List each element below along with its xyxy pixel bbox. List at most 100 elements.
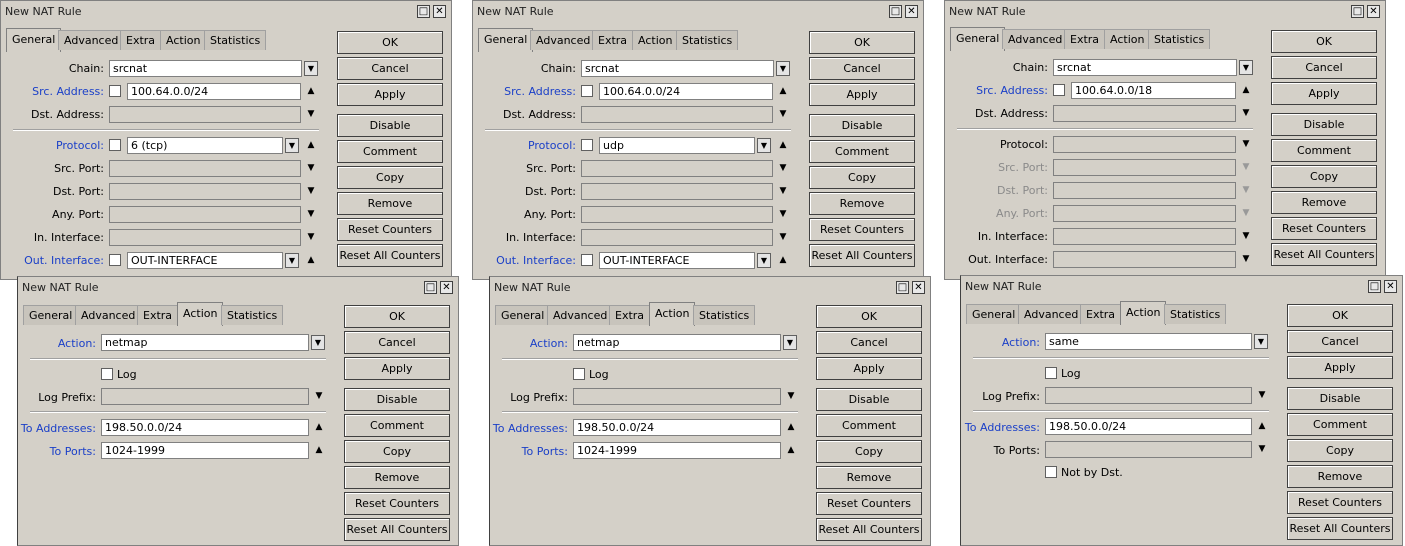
reset-counters-button[interactable]: Reset Counters [1287, 491, 1393, 514]
tab-advanced[interactable]: Advanced [1018, 304, 1085, 324]
tab-action[interactable]: Action [177, 302, 224, 326]
any-port-input[interactable] [109, 206, 301, 223]
src-address-negate-checkbox[interactable] [581, 85, 593, 97]
ok-button[interactable]: OK [809, 31, 915, 54]
chain-dropdown-icon[interactable]: ▼ [304, 61, 318, 76]
close-icon[interactable]: ✕ [1384, 280, 1397, 293]
tab-extra[interactable]: Extra [609, 305, 651, 325]
title-bar[interactable]: New NAT Rule □ ✕ [1, 1, 451, 23]
reset-all-counters-button[interactable]: Reset All Counters [1271, 243, 1377, 266]
cancel-button[interactable]: Cancel [1287, 330, 1393, 353]
title-bar[interactable]: New NAT Rule □ ✕ [18, 277, 458, 299]
ok-button[interactable]: OK [816, 305, 922, 328]
expand-down-icon[interactable]: ▼ [305, 231, 317, 243]
copy-button[interactable]: Copy [1271, 165, 1377, 188]
tab-general[interactable]: General [966, 304, 1022, 324]
protocol-dropdown-icon[interactable]: ▼ [757, 138, 771, 153]
log-checkbox[interactable] [1045, 367, 1057, 379]
maximize-icon[interactable]: □ [889, 5, 902, 18]
tab-action[interactable]: Action [632, 30, 679, 50]
expand-down-icon[interactable]: ▼ [1256, 443, 1268, 455]
action-dropdown-icon[interactable]: ▼ [1254, 334, 1268, 349]
comment-button[interactable]: Comment [1287, 413, 1393, 436]
comment-button[interactable]: Comment [344, 414, 450, 437]
tab-general[interactable]: General [478, 28, 534, 52]
cancel-button[interactable]: Cancel [337, 57, 443, 80]
in-interface-input[interactable] [109, 229, 301, 246]
collapse-up-icon[interactable]: ▲ [785, 444, 797, 456]
dst-port-input[interactable] [581, 183, 773, 200]
to-ports-input[interactable]: 1024-1999 [101, 442, 309, 459]
maximize-icon[interactable]: □ [424, 281, 437, 294]
disable-button[interactable]: Disable [1271, 113, 1377, 136]
in-interface-input[interactable] [1053, 228, 1236, 245]
remove-button[interactable]: Remove [1287, 465, 1393, 488]
out-interface-select[interactable]: OUT-INTERFACE [127, 252, 283, 269]
collapse-up-icon[interactable]: ▲ [305, 85, 317, 97]
src-address-input[interactable]: 100.64.0.0/18 [1071, 82, 1236, 99]
apply-button[interactable]: Apply [1287, 356, 1393, 379]
expand-down-icon[interactable]: ▼ [305, 162, 317, 174]
title-bar[interactable]: New NAT Rule □ ✕ [945, 1, 1385, 23]
title-bar[interactable]: New NAT Rule □ ✕ [490, 277, 930, 299]
tab-advanced[interactable]: Advanced [1002, 29, 1069, 49]
chain-dropdown-icon[interactable]: ▼ [1239, 60, 1253, 75]
reset-all-counters-button[interactable]: Reset All Counters [344, 518, 450, 541]
reset-counters-button[interactable]: Reset Counters [344, 492, 450, 515]
expand-down-icon[interactable]: ▼ [1240, 138, 1252, 150]
tab-general[interactable]: General [6, 28, 62, 52]
protocol-negate-checkbox[interactable] [581, 139, 593, 151]
tab-statistics[interactable]: Statistics [676, 30, 739, 50]
to-addresses-input[interactable]: 198.50.0.0/24 [101, 419, 309, 436]
src-address-negate-checkbox[interactable] [1053, 84, 1065, 96]
out-interface-negate-checkbox[interactable] [109, 254, 121, 266]
reset-all-counters-button[interactable]: Reset All Counters [337, 244, 443, 267]
log-prefix-input[interactable] [573, 388, 781, 405]
comment-button[interactable]: Comment [816, 414, 922, 437]
tab-statistics[interactable]: Statistics [693, 305, 756, 325]
copy-button[interactable]: Copy [809, 166, 915, 189]
maximize-icon[interactable]: □ [417, 5, 430, 18]
tab-extra[interactable]: Extra [137, 305, 179, 325]
to-ports-input[interactable]: 1024-1999 [573, 442, 781, 459]
collapse-up-icon[interactable]: ▲ [313, 421, 325, 433]
maximize-icon[interactable]: □ [1351, 5, 1364, 18]
apply-button[interactable]: Apply [816, 357, 922, 380]
close-icon[interactable]: ✕ [1367, 5, 1380, 18]
expand-down-icon[interactable]: ▼ [777, 108, 789, 120]
dst-address-input[interactable] [109, 106, 301, 123]
collapse-up-icon[interactable]: ▲ [305, 254, 317, 266]
chain-dropdown-icon[interactable]: ▼ [776, 61, 790, 76]
disable-button[interactable]: Disable [337, 114, 443, 137]
copy-button[interactable]: Copy [344, 440, 450, 463]
protocol-select[interactable] [1053, 136, 1236, 153]
tab-advanced[interactable]: Advanced [547, 305, 614, 325]
protocol-select[interactable]: 6 (tcp) [127, 137, 283, 154]
expand-down-icon[interactable]: ▼ [777, 162, 789, 174]
tab-statistics[interactable]: Statistics [221, 305, 284, 325]
chain-select[interactable]: srcnat [109, 60, 302, 77]
ok-button[interactable]: OK [337, 31, 443, 54]
collapse-up-icon[interactable]: ▲ [313, 444, 325, 456]
apply-button[interactable]: Apply [344, 357, 450, 380]
expand-down-icon[interactable]: ▼ [305, 185, 317, 197]
collapse-up-icon[interactable]: ▲ [1256, 420, 1268, 432]
cancel-button[interactable]: Cancel [344, 331, 450, 354]
comment-button[interactable]: Comment [337, 140, 443, 163]
apply-button[interactable]: Apply [1271, 82, 1377, 105]
ok-button[interactable]: OK [1271, 30, 1377, 53]
protocol-dropdown-icon[interactable]: ▼ [285, 138, 299, 153]
to-addresses-input[interactable]: 198.50.0.0/24 [573, 419, 781, 436]
tab-action[interactable]: Action [649, 302, 696, 326]
remove-button[interactable]: Remove [816, 466, 922, 489]
tab-advanced[interactable]: Advanced [530, 30, 597, 50]
tab-statistics[interactable]: Statistics [1164, 304, 1227, 324]
src-address-input[interactable]: 100.64.0.0/24 [599, 83, 773, 100]
close-icon[interactable]: ✕ [912, 281, 925, 294]
cancel-button[interactable]: Cancel [1271, 56, 1377, 79]
tab-action[interactable]: Action [1104, 29, 1151, 49]
action-select[interactable]: netmap [573, 334, 781, 351]
tab-general[interactable]: General [950, 27, 1006, 51]
log-checkbox[interactable] [101, 368, 113, 380]
out-interface-select[interactable]: OUT-INTERFACE [599, 252, 755, 269]
